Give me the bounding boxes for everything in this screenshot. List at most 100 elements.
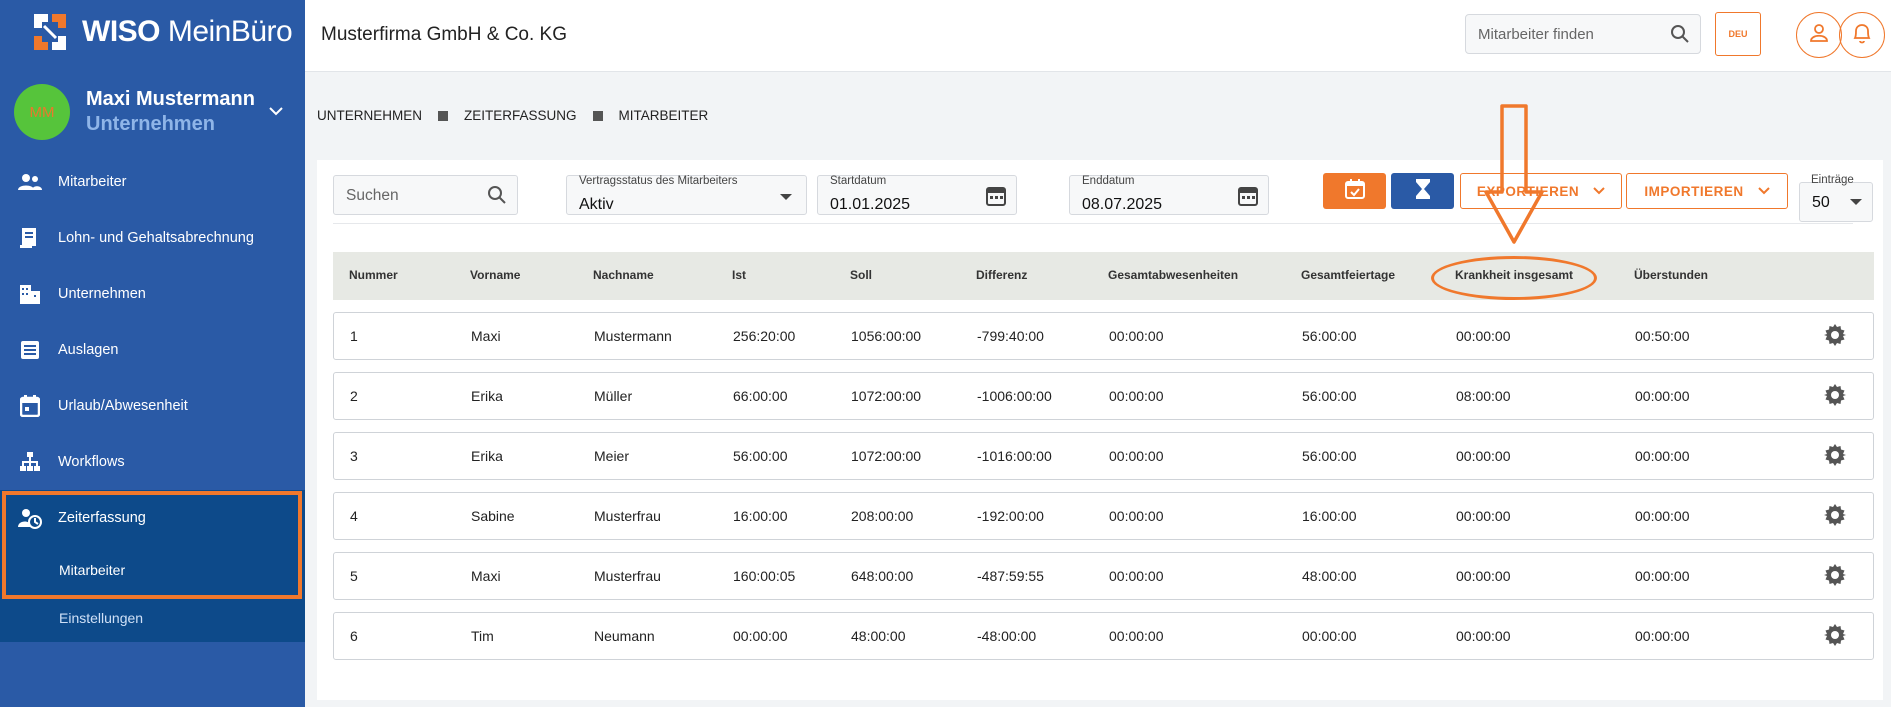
sidebar-item-payroll[interactable]: Lohn- und Gehaltsabrechnung — [0, 210, 305, 266]
cell-soll: 1056:00:00 — [851, 328, 922, 344]
cell-ist: 00:00:00 — [733, 628, 788, 644]
column-header[interactable]: Überstunden — [1634, 268, 1708, 282]
divider — [333, 223, 1853, 224]
start-date-field[interactable]: Startdatum 01.01.2025 — [817, 175, 1017, 215]
avatar: MM — [14, 84, 70, 140]
calendar-icon[interactable] — [1238, 185, 1258, 212]
cell-abwesenheiten: 00:00:00 — [1109, 388, 1164, 404]
sidebar-subitem-einstellungen[interactable]: Einstellungen — [0, 594, 305, 642]
breadcrumb-item[interactable]: UNTERNEHMEN — [317, 108, 422, 123]
cell-abwesenheiten: 00:00:00 — [1109, 328, 1164, 344]
column-header[interactable]: Gesamtfeiertage — [1301, 268, 1395, 282]
contract-status-select[interactable]: Vertragsstatus des Mitarbeiters Aktiv — [566, 175, 807, 215]
table-row[interactable]: 4 Sabine Musterfrau 16:00:00 208:00:00 -… — [333, 492, 1874, 540]
search-icon[interactable] — [487, 185, 507, 210]
cell-ueberstunden: 00:00:00 — [1635, 628, 1690, 644]
cell-nummer: 4 — [350, 508, 358, 524]
language-button[interactable]: DEU — [1715, 12, 1761, 56]
dropdown-caret-icon — [1850, 199, 1862, 205]
end-date-value: 08.07.2025 — [1082, 196, 1163, 213]
cell-nummer: 3 — [350, 448, 358, 464]
column-header[interactable]: Ist — [732, 268, 746, 282]
logo-icon — [30, 12, 70, 52]
end-date-field[interactable]: Enddatum 08.07.2025 — [1069, 175, 1269, 215]
entries-label: Einträge — [1811, 174, 1854, 186]
notifications-button[interactable] — [1839, 12, 1885, 58]
cell-ist: 160:00:05 — [733, 568, 796, 584]
sidebar-item-label: Mitarbeiter — [58, 174, 127, 190]
table-row[interactable]: 6 Tim Neumann 00:00:00 48:00:00 -48:00:0… — [333, 612, 1874, 660]
user-profile[interactable]: MM Maxi Mustermann Unternehmen — [14, 84, 294, 140]
gear-icon[interactable] — [1824, 324, 1846, 351]
profile-button[interactable] — [1796, 12, 1842, 58]
gear-icon[interactable] — [1824, 444, 1846, 471]
gear-icon[interactable] — [1824, 564, 1846, 591]
cell-differenz: -799:40:00 — [977, 328, 1044, 344]
column-header[interactable]: Vorname — [470, 268, 520, 282]
cell-nummer: 2 — [350, 388, 358, 404]
employee-search-input[interactable]: Mitarbeiter finden — [1465, 14, 1701, 54]
sidebar-item-urlaub[interactable]: Urlaub/Abwesenheit — [0, 378, 305, 434]
logo-text-rest: MeinBüro — [160, 15, 293, 48]
cell-nachname: Meier — [594, 448, 630, 464]
column-header[interactable]: Differenz — [976, 268, 1027, 282]
import-button[interactable]: IMPORTIEREN — [1626, 173, 1788, 209]
cell-differenz: -192:00:00 — [977, 508, 1044, 524]
cell-nummer: 6 — [350, 628, 358, 644]
entries-box: 50 — [1799, 182, 1873, 222]
column-header[interactable]: Soll — [850, 268, 872, 282]
chevron-down-icon — [1757, 184, 1770, 198]
sidebar-item-workflows[interactable]: Workflows — [0, 434, 305, 490]
contract-status-label: Vertragsstatus des Mitarbeiters — [579, 175, 738, 187]
calendar-view-button[interactable] — [1323, 173, 1386, 209]
cell-abwesenheiten: 00:00:00 — [1109, 508, 1164, 524]
breadcrumb: UNTERNEHMEN ZEITERFASSUNG MITARBEITER — [317, 108, 708, 123]
calendar-check-icon — [1344, 178, 1366, 205]
sidebar-item-mitarbeiter[interactable]: Mitarbeiter — [0, 154, 305, 210]
workflow-icon — [18, 450, 42, 474]
sidebar-item-label: Urlaub/Abwesenheit — [58, 398, 188, 414]
calendar-icon — [18, 394, 42, 418]
gear-icon[interactable] — [1824, 624, 1846, 651]
end-date-label: Enddatum — [1082, 175, 1135, 187]
calendar-icon[interactable] — [986, 185, 1006, 212]
table-row[interactable]: 3 Erika Meier 56:00:00 1072:00:00 -1016:… — [333, 432, 1874, 480]
sidebar-item-unternehmen[interactable]: Unternehmen — [0, 266, 305, 322]
cell-differenz: -1016:00:00 — [977, 448, 1052, 464]
column-header[interactable]: Gesamtabwesenheiten — [1108, 268, 1238, 282]
cell-soll: 1072:00:00 — [851, 388, 922, 404]
table-search-input[interactable]: Suchen — [333, 175, 518, 215]
breadcrumb-item[interactable]: ZEITERFASSUNG — [464, 108, 577, 123]
chevron-down-icon[interactable] — [268, 100, 284, 121]
contract-status-value: Aktiv — [579, 196, 614, 213]
cell-krankheit: 08:00:00 — [1456, 388, 1511, 404]
cell-feiertage: 16:00:00 — [1302, 508, 1357, 524]
table-row[interactable]: 2 Erika Müller 66:00:00 1072:00:00 -1006… — [333, 372, 1874, 420]
time-view-button[interactable] — [1391, 173, 1454, 209]
cell-feiertage: 56:00:00 — [1302, 328, 1357, 344]
cell-ist: 16:00:00 — [733, 508, 788, 524]
cell-nachname: Mustermann — [594, 328, 672, 344]
annotation-ellipse — [1431, 256, 1597, 300]
sidebar-item-auslagen[interactable]: Auslagen — [0, 322, 305, 378]
breadcrumb-separator — [592, 110, 603, 121]
table-row[interactable]: 1 Maxi Mustermann 256:20:00 1056:00:00 -… — [333, 312, 1874, 360]
app-logo[interactable]: WISO MeinBüro — [30, 12, 293, 52]
receipt-icon — [18, 338, 42, 362]
people-icon — [18, 170, 42, 194]
cell-vorname: Erika — [471, 448, 503, 464]
entries-per-page-select[interactable]: 50 Einträge — [1799, 170, 1873, 222]
cell-nummer: 1 — [350, 328, 358, 344]
search-icon[interactable] — [1670, 24, 1690, 49]
gear-icon[interactable] — [1824, 384, 1846, 411]
gear-icon[interactable] — [1824, 504, 1846, 531]
sidebar-item-label: Lohn- und Gehaltsabrechnung — [58, 230, 254, 246]
column-header[interactable]: Nummer — [349, 268, 398, 282]
cell-nachname: Müller — [594, 388, 633, 404]
annotation-arrow — [1484, 104, 1544, 249]
cell-krankheit: 00:00:00 — [1456, 448, 1511, 464]
column-header[interactable]: Nachname — [593, 268, 654, 282]
cell-ueberstunden: 00:00:00 — [1635, 508, 1690, 524]
cell-differenz: -48:00:00 — [977, 628, 1037, 644]
table-row[interactable]: 5 Maxi Musterfrau 160:00:05 648:00:00 -4… — [333, 552, 1874, 600]
